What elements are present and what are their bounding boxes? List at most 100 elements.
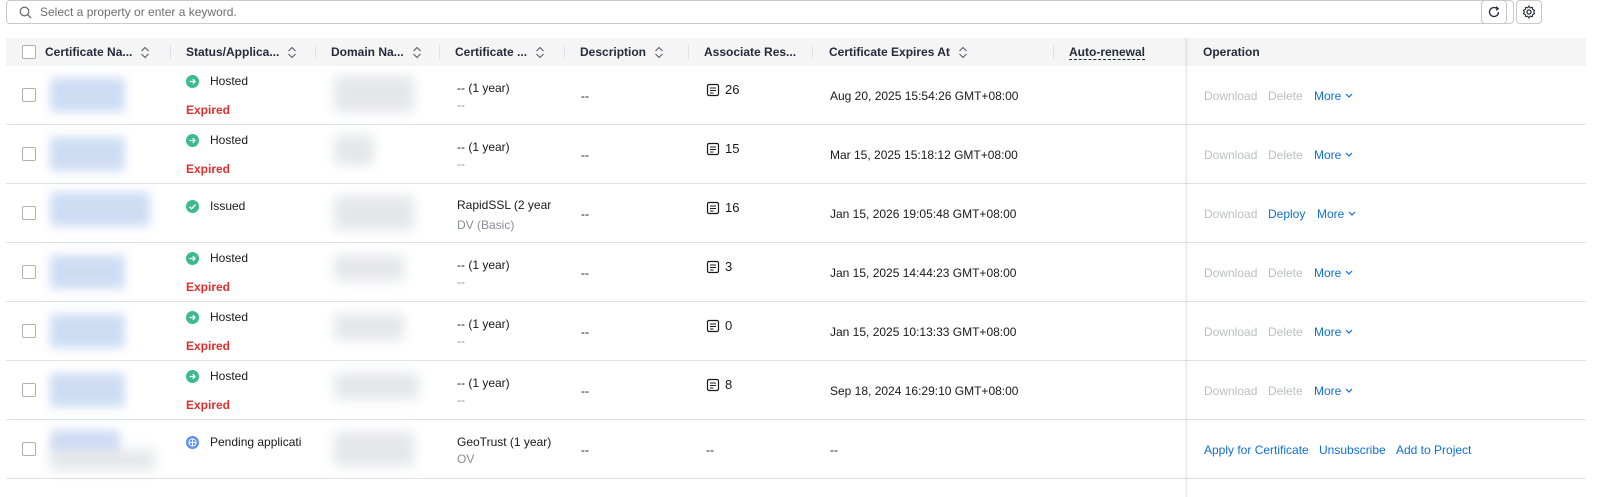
row-checkbox[interactable]: [22, 383, 36, 397]
resource-icon: [706, 378, 720, 391]
more-menu[interactable]: More: [1314, 148, 1353, 162]
description: --: [581, 148, 589, 162]
chevron-down-icon: [1345, 152, 1353, 157]
row-checkbox[interactable]: [22, 442, 36, 456]
certificate-name-blurred[interactable]: [50, 430, 120, 452]
domain-name-blurred: [334, 373, 419, 399]
chevron-down-icon: [1348, 211, 1356, 216]
more-menu[interactable]: More: [1317, 207, 1356, 221]
sub-status-expired: Expired: [186, 103, 231, 117]
associated-resources[interactable]: 26: [706, 82, 739, 97]
certificate-name-blurred[interactable]: [50, 373, 125, 407]
delete-link[interactable]: Delete: [1268, 148, 1303, 162]
sub-status-expired: Expired: [186, 280, 231, 294]
description: --: [581, 266, 589, 280]
delete-link[interactable]: Delete: [1268, 89, 1303, 103]
row-checkbox[interactable]: [22, 147, 36, 161]
arrow-right-circle-icon: [186, 251, 199, 265]
certificate-table: Certificate Na... Status/Applica... Doma…: [6, 38, 1586, 497]
certificate-name-blurred[interactable]: [50, 137, 125, 171]
sub-status-expired: Expired: [186, 162, 231, 176]
description: --: [581, 443, 589, 457]
chevron-down-icon: [1345, 329, 1353, 334]
certificate-type: -- (1 year): [457, 140, 510, 154]
resource-icon: [706, 319, 720, 332]
delete-link[interactable]: Delete: [1268, 266, 1303, 280]
status-text: Issued: [210, 199, 246, 213]
status-text: Pending applicati: [210, 435, 302, 449]
expires-at: Jan 15, 2025 10:13:33 GMT+08:00: [830, 325, 1017, 339]
sort-icon[interactable]: [412, 46, 422, 59]
sub-status-expired: Expired: [186, 398, 231, 412]
sort-icon[interactable]: [287, 46, 297, 59]
more-menu[interactable]: More: [1314, 325, 1353, 339]
more-menu[interactable]: More: [1314, 384, 1353, 398]
column-header-certificate[interactable]: Certificate ...: [455, 38, 545, 66]
apply-for-certificate-link[interactable]: Apply for Certificate: [1204, 443, 1309, 457]
select-all-checkbox[interactable]: [22, 38, 36, 66]
sort-icon[interactable]: [958, 46, 968, 59]
row-checkbox[interactable]: [22, 88, 36, 102]
download-link[interactable]: Download: [1204, 266, 1257, 280]
certificate-type: GeoTrust (1 year): [457, 435, 552, 449]
certificate-subtype: OV: [457, 452, 475, 466]
expires-at: Sep 18, 2024 16:29:10 GMT+08:00: [830, 384, 1019, 398]
search-bar[interactable]: [6, 0, 1514, 24]
certificate-name-blurred[interactable]: [50, 314, 125, 348]
certificate-subtype: --: [457, 275, 465, 289]
column-header-status[interactable]: Status/Applica...: [186, 38, 297, 66]
more-menu[interactable]: More: [1314, 266, 1353, 280]
associated-resources[interactable]: 15: [706, 141, 739, 156]
column-header-expires[interactable]: Certificate Expires At: [829, 38, 968, 66]
column-header-description[interactable]: Description: [580, 38, 664, 66]
delete-link[interactable]: Delete: [1268, 384, 1303, 398]
settings-button[interactable]: [1516, 0, 1542, 24]
resource-icon: [706, 142, 720, 155]
status-text: Hosted: [210, 310, 249, 324]
download-link[interactable]: Download: [1204, 148, 1257, 162]
delete-link[interactable]: Delete: [1268, 325, 1303, 339]
more-menu[interactable]: More: [1314, 89, 1353, 103]
associated-resources[interactable]: 3: [706, 259, 732, 274]
associated-resources[interactable]: 16: [706, 200, 739, 215]
associated-resources[interactable]: 8: [706, 377, 732, 392]
refresh-button[interactable]: [1481, 0, 1507, 24]
table-row: Hosted Expired -- (1 year) -- -- 0 Jan 1…: [6, 302, 1586, 361]
row-checkbox[interactable]: [22, 206, 36, 220]
associated-resources[interactable]: 0: [706, 318, 732, 333]
column-header-auto-renewal[interactable]: Auto-renewal: [1069, 38, 1146, 66]
add-to-project-link[interactable]: Add to Project: [1396, 443, 1471, 457]
column-header-associated-resources[interactable]: Associate Res...: [704, 38, 796, 66]
column-header-name[interactable]: Certificate Na...: [45, 38, 150, 66]
sort-icon[interactable]: [140, 46, 150, 59]
resource-icon: [706, 201, 720, 214]
row-checkbox[interactable]: [22, 265, 36, 279]
unsubscribe-link[interactable]: Unsubscribe: [1319, 443, 1386, 457]
search-input[interactable]: [40, 5, 1440, 19]
certificate-name-blurred[interactable]: [50, 192, 150, 226]
expires-at: --: [830, 443, 838, 457]
certificate-subtype: DV (Basic): [457, 218, 515, 232]
download-link[interactable]: Download: [1204, 325, 1257, 339]
column-header-domain[interactable]: Domain Na...: [331, 38, 422, 66]
certificate-name-blurred[interactable]: [50, 255, 125, 289]
deploy-link[interactable]: Deploy: [1268, 207, 1305, 221]
sort-icon[interactable]: [654, 46, 664, 59]
certificate-name-blurred[interactable]: [50, 78, 125, 112]
chevron-down-icon: [1345, 388, 1353, 393]
row-checkbox[interactable]: [22, 324, 36, 338]
certificate-subtype: --: [457, 157, 465, 171]
arrow-right-circle-icon: [186, 310, 199, 324]
search-icon: [19, 6, 32, 18]
certificate-type: -- (1 year): [457, 376, 510, 390]
download-link[interactable]: Download: [1204, 384, 1257, 398]
arrow-right-circle-icon: [186, 133, 199, 147]
sort-icon[interactable]: [535, 46, 545, 59]
status-cell: Hosted: [186, 74, 248, 88]
download-link[interactable]: Download: [1204, 89, 1257, 103]
domain-name-blurred: [334, 255, 404, 281]
download-link[interactable]: Download: [1204, 207, 1257, 221]
status-text: Hosted: [210, 74, 249, 88]
certificate-name-blurred-secondary: [50, 450, 155, 470]
certificate-type: RapidSSL (2 year: [457, 198, 552, 212]
